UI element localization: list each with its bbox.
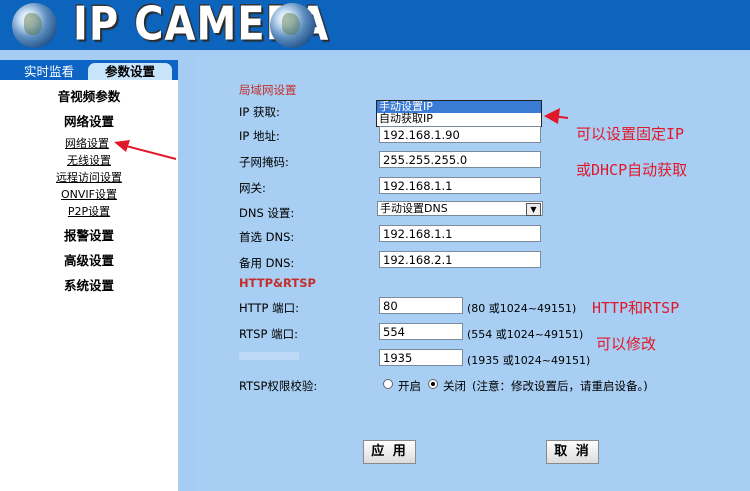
sidebar-subitem-network-settings[interactable]: 网络设置 (0, 135, 176, 151)
subnet-mask-input[interactable]: 255.255.255.0 (379, 151, 541, 168)
sidebar-divider (178, 80, 196, 491)
section-title-http-rtsp: HTTP&RTSP (239, 276, 316, 290)
subnet-mask-label: 子网掩码: (239, 155, 289, 169)
faded-label-placeholder (239, 352, 299, 360)
tab-live-view[interactable]: 实时监看 (14, 63, 84, 80)
sidebar-subitem-onvif[interactable]: ONVIF设置 (0, 186, 178, 202)
annotation-http-line1: HTTP和RTSP (592, 299, 680, 317)
ip-mode-dropdown-open[interactable]: 手动设置IP 自动获取IP (376, 100, 542, 127)
annotation-ip-line1: 可以设置固定IP (576, 125, 685, 143)
sidebar-item-av-params[interactable]: 音视频参数 (0, 86, 178, 105)
rtsp-auth-off-label: 关闭 (443, 379, 466, 393)
http-port-range-note: (80 或1024~49151) (467, 302, 577, 315)
ip-mode-label: IP 获取: (239, 105, 280, 119)
chevron-down-icon[interactable]: ▼ (526, 203, 541, 216)
globe-icon-left (12, 3, 57, 48)
ip-mode-option-dhcp[interactable]: 自动获取IP (377, 113, 541, 125)
annotation-ip-line2: 或DHCP自动获取 (576, 161, 688, 179)
sidebar-subitem-wireless[interactable]: 无线设置 (0, 152, 178, 168)
third-port-input[interactable]: 1935 (379, 349, 463, 366)
annotation-http-line2: 可以修改 (596, 335, 657, 353)
rtsp-auth-label: RTSP权限校验: (239, 379, 318, 393)
secondary-dns-input[interactable]: 192.168.2.1 (379, 251, 541, 268)
rtsp-port-input[interactable]: 554 (379, 323, 463, 340)
tab-bar: 实时监看 参数设置 (0, 60, 178, 80)
dns-mode-label: DNS 设置: (239, 206, 295, 220)
http-port-label: HTTP 端口: (239, 301, 299, 315)
section-title-lan: 局域网设置 (239, 83, 297, 97)
rtsp-auth-off-radio[interactable] (428, 379, 438, 389)
sidebar-subitem-remote-access[interactable]: 远程访问设置 (0, 169, 178, 185)
apply-button[interactable]: 应 用 (363, 440, 416, 464)
sidebar-item-system[interactable]: 系统设置 (0, 275, 178, 294)
dns-mode-select[interactable]: 手动设置DNS ▼ (377, 201, 543, 216)
primary-dns-label: 首选 DNS: (239, 230, 295, 244)
gateway-input[interactable]: 192.168.1.1 (379, 177, 541, 194)
sidebar-item-alarm[interactable]: 报警设置 (0, 225, 178, 244)
tab-parameter-settings[interactable]: 参数设置 (88, 63, 172, 80)
rtsp-auth-on-radio[interactable] (383, 379, 393, 389)
sidebar-subitem-p2p[interactable]: P2P设置 (0, 203, 178, 219)
sidebar-item-advanced[interactable]: 高级设置 (0, 250, 178, 269)
sidebar-item-network[interactable]: 网络设置 (0, 111, 178, 130)
rtsp-auth-on-label: 开启 (398, 379, 421, 393)
header-banner: IP CAMERA (0, 0, 750, 51)
globe-icon-right (270, 3, 315, 48)
ip-address-label: IP 地址: (239, 129, 280, 143)
rtsp-port-range-note: (554 或1024~49151) (467, 328, 584, 341)
dns-mode-value: 手动设置DNS (380, 202, 448, 215)
sidebar: 音视频参数 网络设置 网络设置 无线设置 远程访问设置 ONVIF设置 P2P设… (0, 80, 178, 491)
primary-dns-input[interactable]: 192.168.1.1 (379, 225, 541, 242)
gateway-label: 网关: (239, 181, 266, 195)
rtsp-port-label: RTSP 端口: (239, 327, 298, 341)
http-port-input[interactable]: 80 (379, 297, 463, 314)
cancel-button[interactable]: 取 消 (546, 440, 599, 464)
ip-address-input[interactable]: 192.168.1.90 (379, 126, 541, 143)
rtsp-auth-restart-note: (注意：修改设置后，请重启设备。) (472, 379, 648, 393)
third-port-range-note: (1935 或1024~49151) (467, 354, 591, 367)
secondary-dns-label: 备用 DNS: (239, 256, 295, 270)
